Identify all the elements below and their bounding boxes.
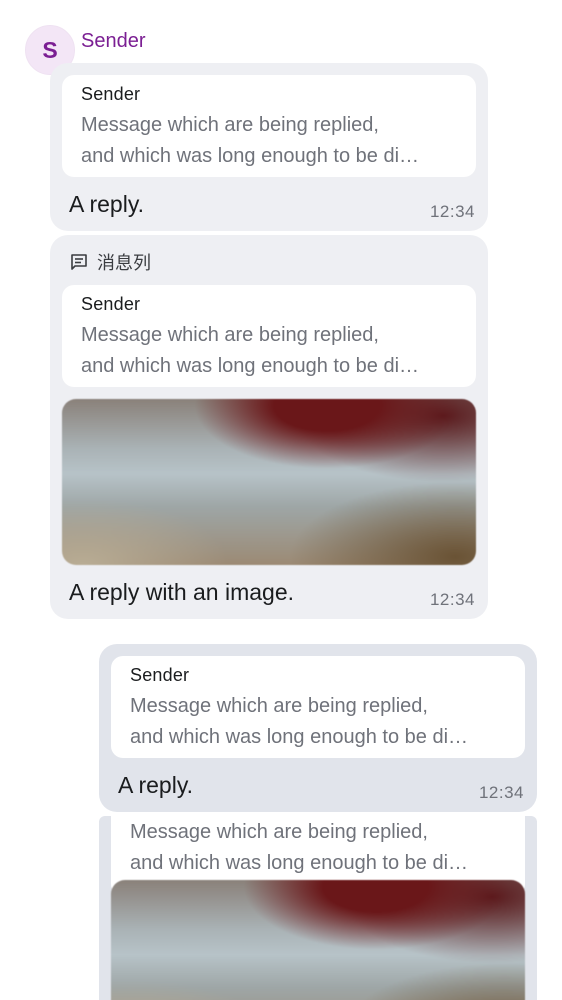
message-bubble[interactable]: Message which are being replied, and whi… <box>99 816 537 1000</box>
sender-name[interactable]: Sender <box>81 28 146 54</box>
thread-summary[interactable]: 消息列 <box>69 249 151 275</box>
message-bubble[interactable]: 消息列 Sender Message which are being repli… <box>50 235 488 619</box>
reply-quote[interactable]: Sender Message which are being replied, … <box>62 75 476 177</box>
quote-sender: Sender <box>81 84 141 104</box>
message-text: A reply. <box>69 191 144 217</box>
message-image[interactable] <box>111 880 525 1000</box>
message-bubble[interactable]: Sender Message which are being replied, … <box>99 644 537 812</box>
quote-sender: Sender <box>81 294 141 314</box>
quote-text: Message which are being replied, and whi… <box>81 324 420 377</box>
reply-quote[interactable]: Sender Message which are being replied, … <box>111 656 525 758</box>
quote-text: Message which are being replied, and whi… <box>130 821 469 874</box>
quote-text: Message which are being replied, and whi… <box>130 695 469 748</box>
message-text: A reply. <box>118 772 193 798</box>
reply-quote[interactable]: Sender Message which are being replied, … <box>62 285 476 387</box>
message-image[interactable] <box>62 399 476 565</box>
message-timestamp: 12:34 <box>429 590 475 609</box>
quote-sender: Sender <box>130 665 190 685</box>
message-bubble[interactable]: Sender Message which are being replied, … <box>50 63 488 231</box>
message-timestamp: 12:34 <box>478 783 524 802</box>
message-timestamp: 12:34 <box>429 202 475 221</box>
quote-text: Message which are being replied, and whi… <box>81 114 420 167</box>
thread-icon <box>71 254 87 270</box>
thread-label: 消息列 <box>97 253 151 273</box>
timeline: S Sender Sender Message which are being … <box>0 0 562 1000</box>
message-text: A reply with an image. <box>69 579 295 605</box>
